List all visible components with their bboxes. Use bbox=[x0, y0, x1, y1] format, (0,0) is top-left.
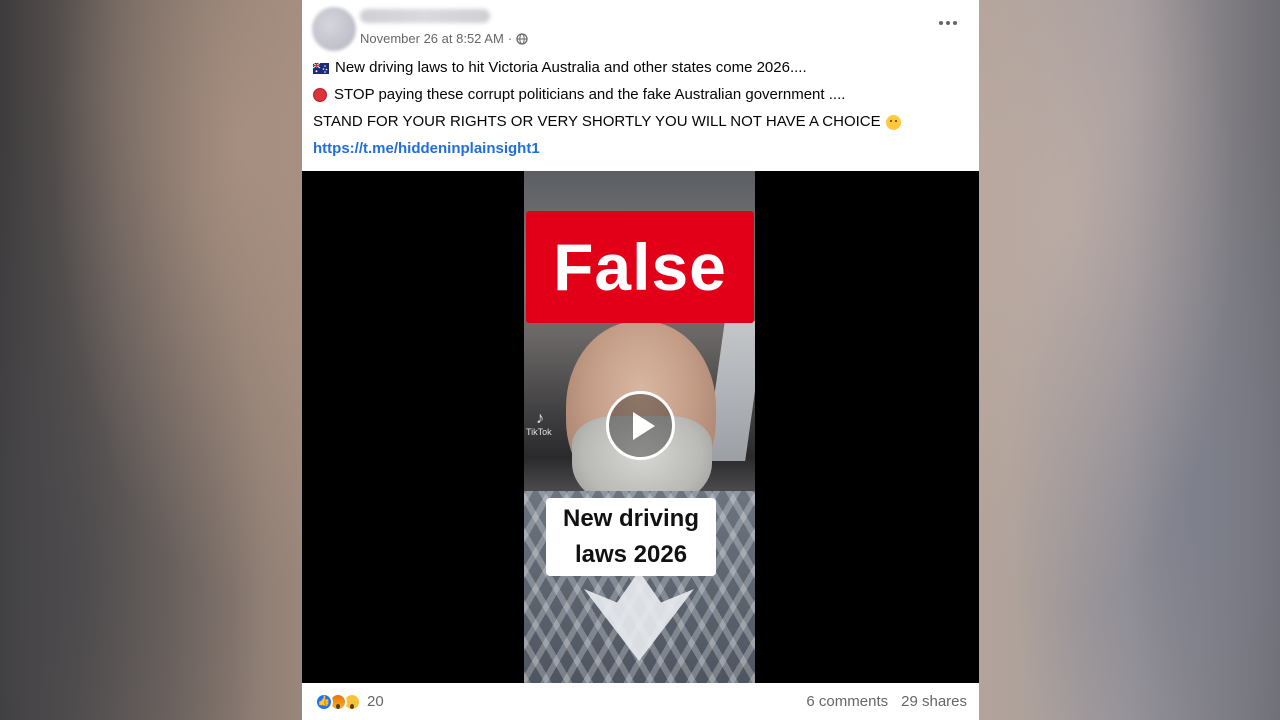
reaction-count[interactable]: 20 bbox=[367, 693, 384, 710]
stop-sign-icon bbox=[313, 88, 327, 102]
tiktok-note-icon: ♪ bbox=[536, 410, 544, 427]
blurred-background-left bbox=[0, 0, 302, 720]
video-player[interactable]: ♪ TikTok False New driving laws 2026 bbox=[302, 171, 979, 683]
blurred-background-right bbox=[979, 0, 1280, 720]
play-icon bbox=[632, 411, 655, 440]
telegram-link[interactable]: https://t.me/hiddeninplainsight1 bbox=[313, 139, 540, 159]
post-meta: November 26 at 8:52 AM · bbox=[360, 31, 528, 46]
facebook-post: November 26 at 8:52 AM · New driving law… bbox=[302, 0, 979, 720]
post-text: New driving laws to hit Victoria Austral… bbox=[313, 58, 963, 166]
shares-count[interactable]: 29 shares bbox=[901, 693, 967, 710]
false-rating-badge: False bbox=[526, 211, 754, 323]
like-icon: 👍 bbox=[315, 692, 333, 711]
tiktok-watermark: ♪ TikTok bbox=[526, 410, 552, 438]
post-line-3: STAND FOR YOUR RIGHTS OR VERY SHORTLY YO… bbox=[313, 112, 963, 132]
tiktok-label: TikTok bbox=[526, 427, 552, 437]
post-line-2: STOP paying these corrupt politicians an… bbox=[313, 85, 963, 105]
play-button[interactable] bbox=[606, 391, 675, 460]
author-name-redacted[interactable] bbox=[360, 9, 490, 23]
face-emoji-icon bbox=[885, 114, 901, 130]
meta-separator: · bbox=[507, 31, 513, 46]
caption-line-1: New driving bbox=[562, 505, 700, 532]
post-line-4: https://t.me/hiddeninplainsight1 bbox=[313, 139, 963, 159]
avatar[interactable] bbox=[312, 7, 356, 51]
globe-icon bbox=[516, 32, 528, 45]
reactions-summary[interactable]: 👍 20 bbox=[315, 692, 384, 711]
engagement-stats: 6 comments 29 shares bbox=[806, 693, 967, 710]
caption-line-2: laws 2026 bbox=[574, 541, 688, 568]
post-line-1: New driving laws to hit Victoria Austral… bbox=[313, 58, 963, 78]
post-header: November 26 at 8:52 AM · bbox=[302, 0, 979, 52]
post-timestamp[interactable]: November 26 at 8:52 AM bbox=[360, 31, 504, 46]
post-line-text: STOP paying these corrupt politicians an… bbox=[334, 86, 846, 103]
more-icon[interactable] bbox=[934, 13, 962, 33]
post-line-text: New driving laws to hit Victoria Austral… bbox=[335, 59, 807, 76]
video-caption: New driving laws 2026 bbox=[546, 498, 716, 576]
post-line-text: STAND FOR YOUR RIGHTS OR VERY SHORTLY YO… bbox=[313, 113, 881, 130]
australia-flag-icon bbox=[313, 62, 329, 74]
post-footer: 👍 20 6 comments 29 shares bbox=[302, 683, 979, 720]
comments-count[interactable]: 6 comments bbox=[806, 693, 888, 710]
